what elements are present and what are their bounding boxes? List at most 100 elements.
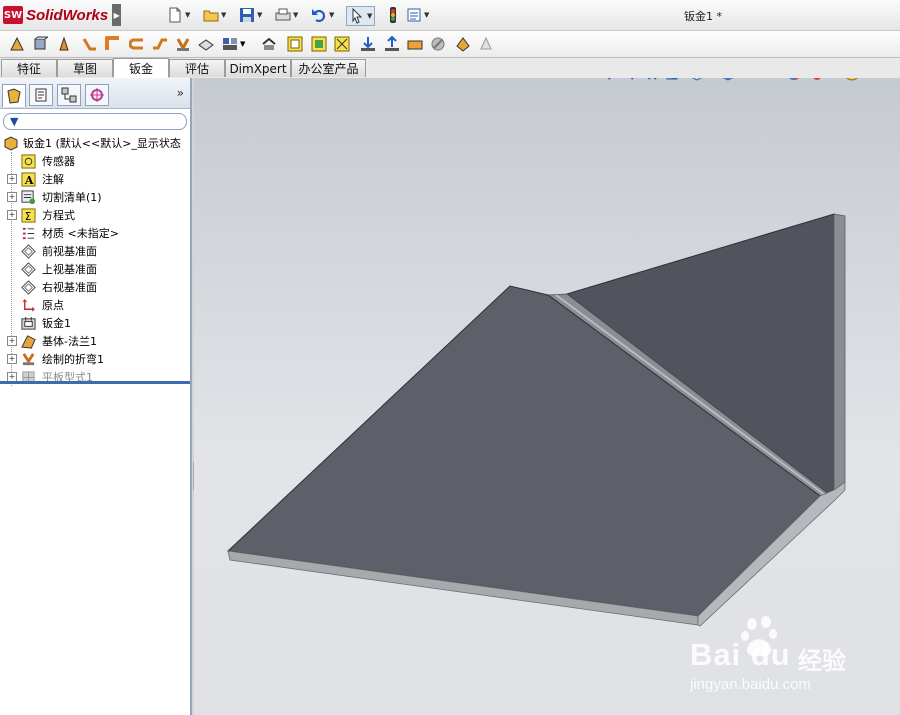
zoom-to-area-icon[interactable] xyxy=(619,78,635,81)
insert-bends-icon[interactable] xyxy=(334,36,350,52)
tree-item-base-flange[interactable]: + 基体-法兰1 xyxy=(0,332,190,350)
cross-break-icon[interactable] xyxy=(198,36,214,52)
tree-item-label: 传感器 xyxy=(42,155,75,168)
unfold-up-icon[interactable] xyxy=(384,36,400,52)
tab-sketch[interactable]: 草图 xyxy=(57,59,113,77)
configurationmanager-icon xyxy=(61,87,77,103)
flange-thickness-edge xyxy=(833,213,846,491)
previous-view-icon[interactable] xyxy=(642,78,658,81)
base-flange-tool-icon[interactable] xyxy=(9,36,25,52)
welded-corner-icon[interactable] xyxy=(478,36,494,52)
tree-item-top-plane[interactable]: 上视基准面 xyxy=(0,260,190,278)
tab-configurationmanager[interactable] xyxy=(57,84,81,106)
tree-item-origin[interactable]: 原点 xyxy=(0,296,190,314)
expand-toggle[interactable]: + xyxy=(7,174,17,184)
sketched-bend-tool-icon[interactable] xyxy=(175,36,191,52)
closed-corner-icon[interactable] xyxy=(407,36,423,52)
watermark-cn: 经验 xyxy=(798,647,846,675)
tab-featuremanager-tree[interactable] xyxy=(2,84,26,107)
panel-expand-button[interactable]: » xyxy=(177,86,184,100)
tree-item-label: 上视基准面 xyxy=(42,263,97,276)
view-orientation-icon[interactable] xyxy=(689,78,705,81)
expand-toggle[interactable]: + xyxy=(7,210,17,220)
feature-tree: 传感器 + A 注解 + 切割清单(1) + Σ 方程式 材质 <未指定> 前视… xyxy=(0,152,190,386)
tree-item-label: 材质 <未指定> xyxy=(42,227,119,240)
title-bar: SW SolidWorks ▶ ▼ ▼ ▼ ▼ ▼ ▼ ▼ 钣金1 * xyxy=(0,0,900,31)
zoom-to-fit-icon[interactable] xyxy=(596,78,612,81)
svg-text:Σ: Σ xyxy=(25,211,32,223)
file-properties-button[interactable]: ▼ xyxy=(406,6,429,24)
app-name: SolidWorks xyxy=(26,6,109,24)
traffic-light-icon xyxy=(390,7,396,23)
edge-flange-icon[interactable] xyxy=(82,36,98,52)
section-view-icon[interactable] xyxy=(665,78,681,81)
convert-to-sheet-metal-icon[interactable] xyxy=(32,36,48,52)
expand-toggle[interactable]: + xyxy=(7,192,17,202)
hem-icon[interactable] xyxy=(129,36,145,52)
display-style-icon[interactable] xyxy=(720,78,736,81)
rip-icon[interactable] xyxy=(311,36,327,52)
tab-dimxpertmanager[interactable] xyxy=(85,84,109,106)
miter-flange-icon[interactable] xyxy=(105,36,121,52)
tree-item-sensors[interactable]: 传感器 xyxy=(0,152,190,170)
tree-item-label: 钣金1 xyxy=(42,317,71,330)
sketched-bend-icon xyxy=(22,352,35,365)
rollback-bar[interactable] xyxy=(0,381,190,384)
tab-sheet-metal[interactable]: 钣金 xyxy=(113,58,169,78)
unfold-dropdown[interactable]: ▼ xyxy=(240,40,245,48)
tab-propertymanager[interactable] xyxy=(29,84,53,106)
featuremanager-tree-icon xyxy=(7,88,21,104)
plane-icon xyxy=(21,279,36,295)
lofted-bend-icon[interactable] xyxy=(56,36,72,52)
open-folder-icon xyxy=(203,10,219,22)
tree-filter-input[interactable]: ▼ xyxy=(3,113,187,130)
tree-item-sketched-bend[interactable]: + 绘制的折弯1 xyxy=(0,350,190,368)
tree-item-front-plane[interactable]: 前视基准面 xyxy=(0,242,190,260)
edit-appearance-icon[interactable] xyxy=(786,78,802,81)
tab-dimxpert[interactable]: DimXpert xyxy=(225,59,291,77)
expand-toggle[interactable]: + xyxy=(7,354,17,364)
no-bends-icon[interactable] xyxy=(287,36,303,52)
plane-icon xyxy=(21,261,36,277)
view-settings-icon[interactable] xyxy=(844,78,860,81)
tree-item-label: 右视基准面 xyxy=(42,281,97,294)
forming-tool-icon[interactable] xyxy=(430,36,446,52)
tab-evaluate[interactable]: 评估 xyxy=(169,59,225,77)
tab-features[interactable]: 特征 xyxy=(1,59,57,77)
tree-item-material[interactable]: 材质 <未指定> xyxy=(0,224,190,242)
rebuild-button[interactable] xyxy=(385,6,401,24)
print-button[interactable]: ▼ xyxy=(275,6,298,24)
flatten-icon[interactable] xyxy=(261,36,277,52)
tree-item-equations[interactable]: + Σ 方程式 xyxy=(0,206,190,224)
tab-office-products[interactable]: 办公室产品 xyxy=(291,59,366,77)
save-button[interactable]: ▼ xyxy=(239,6,262,24)
watermark-url: jingyan.baidu.com xyxy=(690,676,811,693)
unfold-icon[interactable] xyxy=(222,36,238,52)
filter-funnel-icon: ▼ xyxy=(10,115,19,128)
tree-item-label: 切割清单(1) xyxy=(42,191,102,204)
hide-show-items-icon[interactable] xyxy=(751,78,767,81)
select-button[interactable]: ▼ xyxy=(346,6,376,26)
vent-icon[interactable] xyxy=(455,36,471,52)
open-button[interactable]: ▼ xyxy=(203,6,226,24)
solidworks-menu[interactable]: SW SolidWorks ▶ xyxy=(3,4,122,26)
jog-icon[interactable] xyxy=(152,36,168,52)
tree-item-label: 基体-法兰1 xyxy=(42,335,97,348)
tree-item-right-plane[interactable]: 右视基准面 xyxy=(0,278,190,296)
tree-item-sheet-metal[interactable]: 钣金1 xyxy=(0,314,190,332)
undo-icon xyxy=(312,9,326,23)
tree-item-annotations[interactable]: + A 注解 xyxy=(0,170,190,188)
menu-expand-arrow[interactable]: ▶ xyxy=(112,4,122,26)
expand-toggle[interactable]: + xyxy=(7,336,17,346)
fold-down-icon[interactable] xyxy=(360,36,376,52)
new-document-button[interactable]: ▼ xyxy=(167,6,190,24)
undo-button[interactable]: ▼ xyxy=(311,6,334,24)
tree-root-part[interactable]: 钣金1 (默认<<默认>_显示状态 xyxy=(0,134,190,152)
sheet-metal-toolbar: ▼ xyxy=(0,31,900,58)
tree-item-label: 绘制的折弯1 xyxy=(42,353,104,366)
cut-list-icon xyxy=(21,189,36,204)
apply-scene-icon[interactable] xyxy=(809,78,825,81)
command-manager-tabs: 特征 草图 钣金 评估 DimXpert 办公室产品 xyxy=(0,58,900,78)
tree-item-cut-list[interactable]: + 切割清单(1) xyxy=(0,188,190,206)
equations-icon: Σ xyxy=(21,207,36,223)
